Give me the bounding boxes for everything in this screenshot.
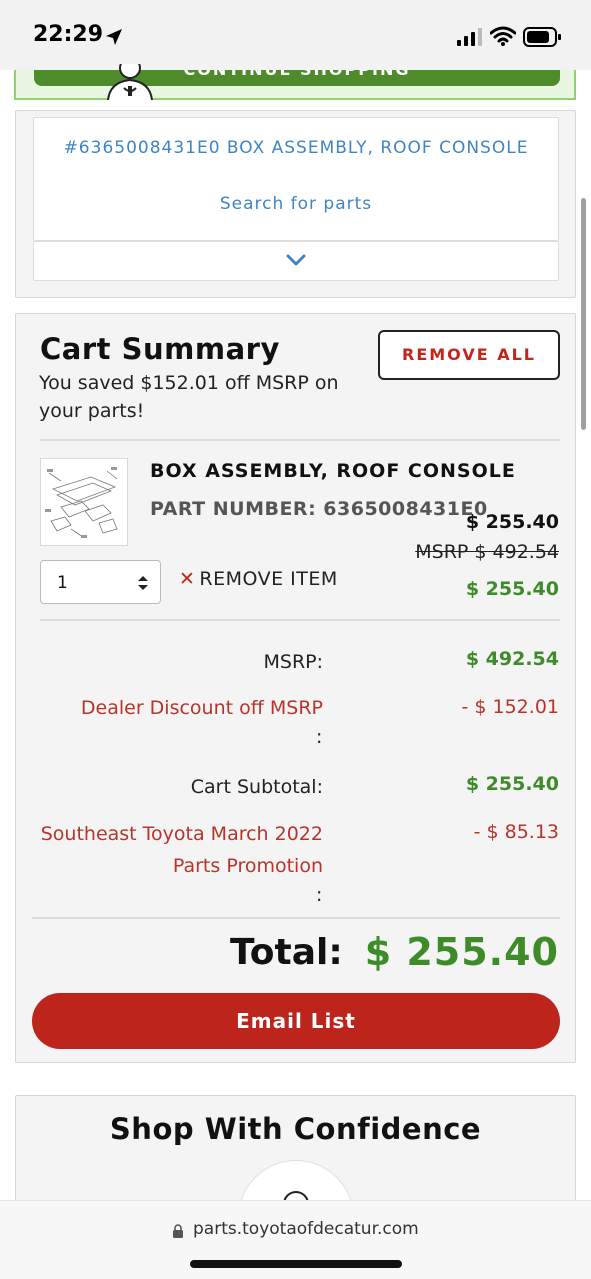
continue-shopping-banner: CONTINUE SHOPPING <box>14 64 576 100</box>
remove-item-button[interactable]: ✕ REMOVE ITEM <box>179 568 338 590</box>
remove-item-label: REMOVE ITEM <box>199 568 338 590</box>
part-diagram-image <box>45 467 118 538</box>
email-list-button[interactable]: Email List <box>32 993 560 1049</box>
dealer-discount-colon: : <box>316 726 323 748</box>
close-icon: ✕ <box>179 568 196 590</box>
total-value: $ 255.40 <box>364 930 559 974</box>
url-text[interactable]: parts.toyotaofdecatur.com <box>193 1219 419 1239</box>
search-for-parts-link[interactable]: Search for parts <box>34 194 558 214</box>
dealer-discount-value: - $ 152.01 <box>461 696 559 718</box>
savings-message: You saved $152.01 off MSRP on your parts… <box>39 372 339 422</box>
item-part-number: PART NUMBER: 6365008431E0 <box>150 498 488 520</box>
battery-icon <box>523 27 561 47</box>
mascot-icon <box>107 64 153 100</box>
item-name[interactable]: BOX ASSEMBLY, ROOF CONSOLE <box>150 460 516 482</box>
divider <box>32 917 560 919</box>
status-bar: 22:29 <box>0 0 591 70</box>
dealer-discount-label: Dealer Discount off MSRP <box>80 697 323 719</box>
quantity-value: 1 <box>57 573 68 593</box>
cart-subtotal-label: Cart Subtotal: <box>190 776 323 798</box>
cellular-signal-icon <box>457 28 482 46</box>
part-diagram-thumbnail[interactable] <box>40 458 128 546</box>
browser-url-bar[interactable]: parts.toyotaofdecatur.com <box>0 1200 591 1279</box>
location-arrow-icon <box>106 29 122 45</box>
chevron-down-icon <box>286 254 306 266</box>
page-scrollbar[interactable] <box>581 198 586 430</box>
home-indicator[interactable] <box>190 1260 402 1268</box>
cart-summary-title: Cart Summary <box>40 332 280 366</box>
remove-all-button[interactable]: REMOVE ALL <box>378 330 560 380</box>
promotion-colon: : <box>316 884 323 906</box>
select-arrows-icon <box>138 576 148 590</box>
divider <box>40 439 560 441</box>
msrp-value: $ 492.54 <box>465 648 559 670</box>
part-search-box: #6365008431E0 BOX ASSEMBLY, ROOF CONSOLE… <box>33 117 559 241</box>
msrp-label: MSRP: <box>263 651 323 673</box>
part-heading-link[interactable]: #6365008431E0 BOX ASSEMBLY, ROOF CONSOLE <box>34 138 558 158</box>
cart-subtotal-value: $ 255.40 <box>465 773 559 795</box>
quantity-select[interactable]: 1 <box>40 560 161 604</box>
expand-toggle[interactable] <box>33 241 559 281</box>
total-label: Total: <box>230 932 343 973</box>
item-price: $ 255.40 <box>465 511 559 533</box>
confidence-title: Shop With Confidence <box>109 1112 482 1146</box>
item-line-total: $ 255.40 <box>465 578 559 600</box>
wifi-icon <box>490 26 516 46</box>
lock-icon <box>173 1224 183 1238</box>
part-search-card: #6365008431E0 BOX ASSEMBLY, ROOF CONSOLE… <box>15 110 576 298</box>
page-content: CONTINUE SHOPPING #6365008431E0 BOX ASSE… <box>0 64 591 1276</box>
divider <box>40 619 560 621</box>
status-time: 22:29 <box>33 22 104 47</box>
item-msrp: MSRP $ 492.54 <box>415 541 559 563</box>
cart-summary-card: Cart Summary You saved $152.01 off MSRP … <box>15 313 576 1063</box>
promotion-value: - $ 85.13 <box>473 821 559 843</box>
promotion-label: Southeast Toyota March 2022 Parts Promot… <box>40 823 323 877</box>
